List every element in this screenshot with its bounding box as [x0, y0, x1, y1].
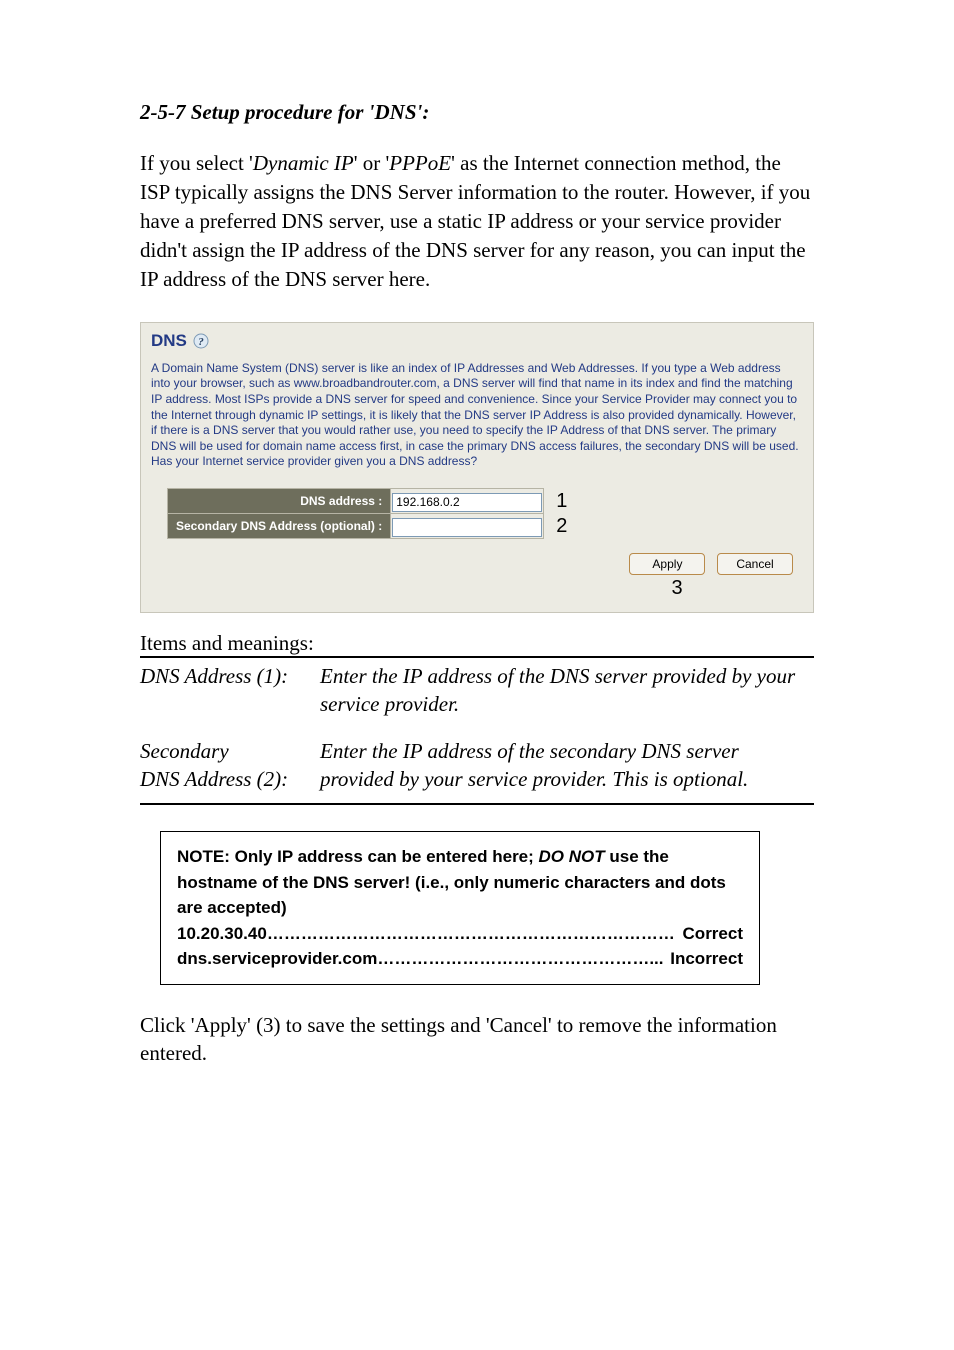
def-desc-dns-address: Enter the IP address of the DNS server p… — [320, 662, 814, 719]
panel-description: A Domain Name System (DNS) server is lik… — [151, 361, 803, 470]
secondary-dns-label: Secondary DNS Address (optional) : — [168, 514, 391, 539]
secondary-dns-input[interactable] — [392, 518, 542, 537]
dns-config-panel: DNS ? A Domain Name System (DNS) server … — [140, 322, 814, 613]
help-icon[interactable]: ? — [193, 333, 209, 349]
svg-text:?: ? — [198, 336, 204, 348]
apply-button[interactable]: Apply — [629, 553, 705, 575]
callout-2: 2 — [556, 515, 567, 537]
closing-paragraph: Click 'Apply' (3) to save the settings a… — [140, 1011, 814, 1068]
definitions-block: DNS Address (1): Enter the IP address of… — [140, 658, 814, 805]
section-title: 2-5-7 Setup procedure for 'DNS': — [140, 100, 814, 125]
table-row: Secondary DNS Address (optional) : 2 — [168, 514, 569, 539]
items-heading: Items and meanings: — [140, 631, 814, 658]
def-term-dns-address: DNS Address (1): — [140, 662, 320, 719]
callout-3: 3 — [551, 577, 803, 600]
note-lead: NOTE: Only IP address can be entered her… — [177, 844, 743, 921]
note-example-incorrect: dns.serviceprovider.com …………………………………………… — [177, 946, 743, 972]
def-desc-secondary-dns: Enter the IP address of the secondary DN… — [320, 737, 814, 794]
callout-1: 1 — [556, 490, 567, 512]
table-row: DNS address : 1 — [168, 489, 569, 514]
dns-form-table: DNS address : 1 Secondary DNS Address (o… — [167, 488, 569, 539]
def-term-secondary-dns: Secondary DNS Address (2): — [140, 737, 320, 794]
panel-title-text: DNS — [151, 331, 187, 351]
note-box: NOTE: Only IP address can be entered her… — [160, 831, 760, 985]
dns-address-label: DNS address : — [168, 489, 391, 514]
intro-paragraph: If you select 'Dynamic IP' or 'PPPoE' as… — [140, 149, 814, 294]
note-example-correct: 10.20.30.40 ……………………………………………………………… Cor… — [177, 921, 743, 947]
dns-address-input[interactable] — [392, 493, 542, 512]
cancel-button[interactable]: Cancel — [717, 553, 793, 575]
